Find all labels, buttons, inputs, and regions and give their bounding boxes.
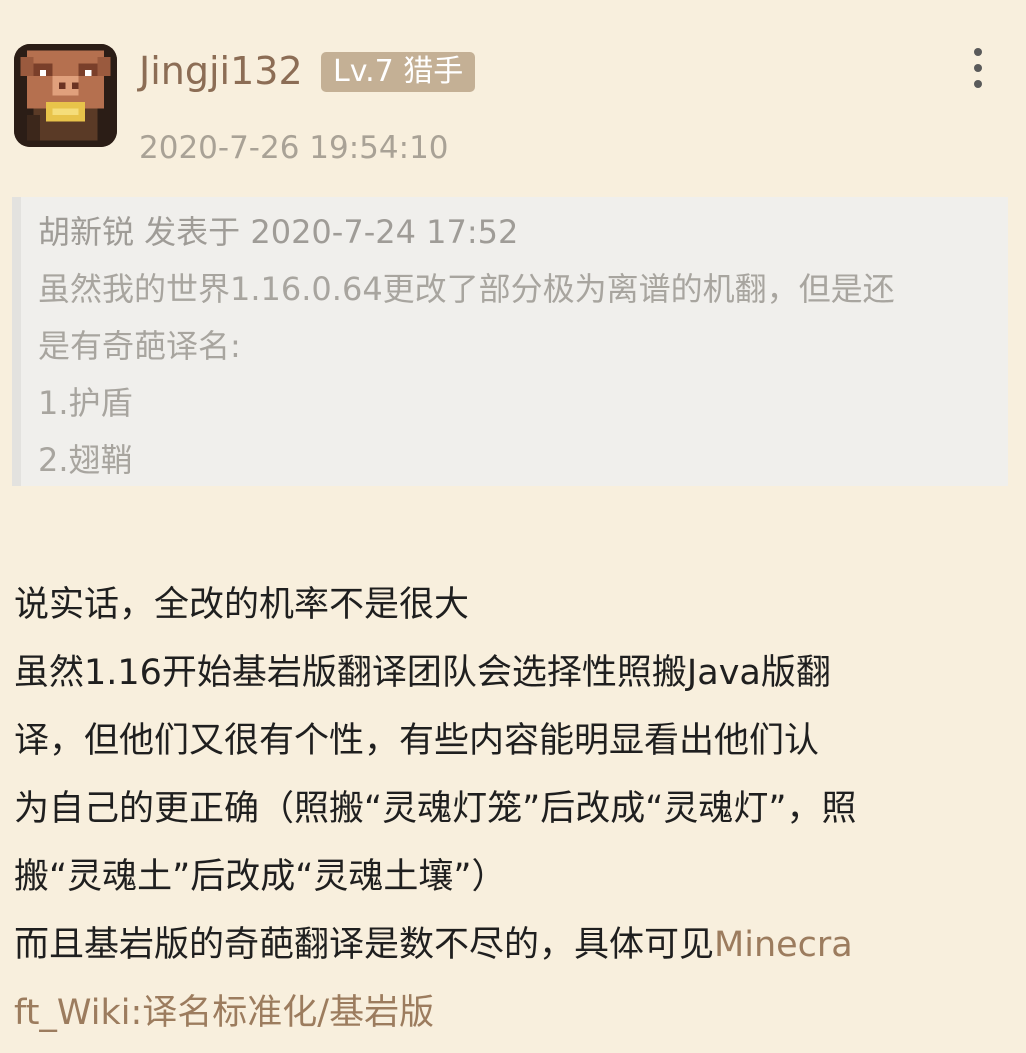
username[interactable]: Jingji132	[139, 44, 303, 98]
body-line: 搬“灵魂土”后改成“灵魂土壤”）	[14, 857, 507, 897]
body-line: 译，但他们又很有个性，有些内容能明显看出他们认	[14, 721, 820, 761]
quote-line: 1.护盾	[38, 384, 133, 422]
post-timestamp: 2020-7-26 19:54:10	[139, 130, 449, 166]
body-line: 为自己的更正确（照搬“灵魂灯笼”后改成“灵魂灯”，照	[14, 789, 857, 829]
avatar[interactable]	[14, 44, 117, 147]
wiki-link-continued[interactable]: ft_Wiki:译名标准化/基岩版	[14, 993, 434, 1033]
quote-line: 是有奇葩译名:	[38, 327, 241, 365]
body-line: 虽然1.16开始基岩版翻译团队会选择性照搬Java版翻	[14, 653, 831, 693]
quote-block: 胡新锐 发表于 2020-7-24 17:52 虽然我的世界1.16.0.64更…	[12, 197, 1008, 486]
post-body: 说实话，全改的机率不是很大 虽然1.16开始基岩版翻译团队会选择性照搬Java版…	[14, 571, 1018, 1047]
more-options-button[interactable]	[958, 44, 998, 92]
wiki-link[interactable]: Minecra	[714, 925, 853, 965]
body-line: ft_Wiki:译名标准化/基岩版	[14, 979, 1018, 1047]
body-line: 说实话，全改的机率不是很大	[14, 585, 470, 625]
quote-header: 胡新锐 发表于 2020-7-24 17:52	[38, 213, 519, 251]
level-badge: Lv.7 猎手	[321, 52, 476, 92]
quote-line: 2.翅鞘	[38, 441, 133, 479]
more-vertical-icon	[974, 48, 982, 56]
more-vertical-icon-dot	[974, 80, 982, 88]
more-vertical-icon-dot	[974, 64, 982, 72]
quote-line: 虽然我的世界1.16.0.64更改了部分极为离谱的机翻，但是还	[38, 270, 895, 308]
body-line: 而且基岩版的奇葩翻译是数不尽的，具体可见Minecra	[14, 911, 1018, 979]
body-line-text: 而且基岩版的奇葩翻译是数不尽的，具体可见	[14, 925, 715, 965]
